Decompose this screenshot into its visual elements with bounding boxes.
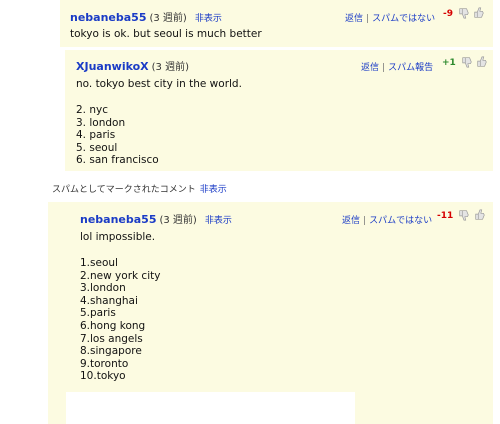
separator: | [366,14,370,24]
thumb-down-icon[interactable] [458,7,470,19]
comment-1-score: -9 [443,9,453,19]
comment-3-header: nebaneba55 (3 週前) 非表示 [80,211,232,226]
comment-2-header: XJuanwikoX (3 週前) [76,58,189,73]
comment-3-footer-white [66,392,355,424]
list-item: 1.seoul [80,257,118,269]
comment-3-first-line: lol impossible. [80,231,156,243]
comment-3-age: (3 週前) [159,215,197,226]
separator: | [363,216,367,226]
comment-2-vote: +1 [442,56,488,68]
list-item: 6.hong kong [80,319,146,332]
comment-3-actions: 返信 | スパムではない [342,213,432,226]
comment-1-text: tokyo is ok. but seoul is much better [70,28,262,40]
comment-3-username[interactable]: nebaneba55 [80,213,156,226]
list-item: 9.toronto [80,357,129,370]
thumb-up-icon[interactable] [476,56,488,68]
list-item: 6. san francisco [76,154,159,167]
list-item: 4.shanghai [80,294,138,307]
spam-notice: スパムとしてマークされたコメント 非表示 [52,182,227,195]
list-item: 2. nyc [76,104,108,116]
comment-2-score: +1 [442,58,456,68]
comment-3-text: lol impossible. 1.seoul 2.new york city … [80,231,160,383]
comment-2-reply-link[interactable]: 返信 [361,63,379,73]
comment-2-first-line: no. tokyo best city in the world. [76,78,242,90]
comment-1-header: nebaneba55 (3 週前) 非表示 [70,9,222,24]
comment-1-actions: 返信 | スパムではない [345,11,435,24]
thumb-up-icon[interactable] [473,7,485,19]
thumb-down-icon[interactable] [458,209,470,221]
comment-3-score: -11 [437,211,454,221]
separator: | [382,63,386,73]
list-item: 3.london [80,282,126,295]
comment-3-hide-link[interactable]: 非表示 [205,216,232,226]
comment-3-vote: -11 [437,209,486,221]
comment-3-reply-link[interactable]: 返信 [342,216,360,226]
list-item: 3. london [76,116,126,129]
comment-2-actions: 返信 | スパム報告 [361,60,433,73]
comment-1-username[interactable]: nebaneba55 [70,11,146,24]
comment-2-list: 2. nyc 3. london 4. paris 5. seoul 6. sa… [76,104,242,167]
list-item: 2.new york city [80,269,161,282]
comment-1-age: (3 週前) [149,13,187,24]
list-item: 7.los angels [80,332,143,345]
comment-1-vote: -9 [443,7,485,19]
comment-2-report-spam-link[interactable]: スパム報告 [388,63,433,73]
spam-notice-hide-link[interactable]: 非表示 [200,185,227,195]
thumb-down-icon[interactable] [461,56,473,68]
comment-3-list: 1.seoul 2.new york city 3.london 4.shang… [80,257,160,383]
comment-1-reply-link[interactable]: 返信 [345,14,363,24]
comment-2-age: (3 週前) [151,62,189,73]
comment-2-username[interactable]: XJuanwikoX [76,60,149,73]
list-item: 10.tokyo [80,370,126,383]
list-item: 4. paris [76,129,116,142]
list-item: 8.singapore [80,345,142,358]
comment-2-text: no. tokyo best city in the world. 2. nyc… [76,78,242,167]
list-item: 5. seoul [76,141,118,154]
comment-1-not-spam-link[interactable]: スパムではない [372,14,435,24]
list-item: 5.paris [80,307,116,320]
comment-3-not-spam-link[interactable]: スパムではない [369,216,432,226]
spam-notice-text: スパムとしてマークされたコメント [52,185,196,195]
comment-1-hide-link[interactable]: 非表示 [195,14,222,24]
thumb-up-icon[interactable] [474,209,486,221]
